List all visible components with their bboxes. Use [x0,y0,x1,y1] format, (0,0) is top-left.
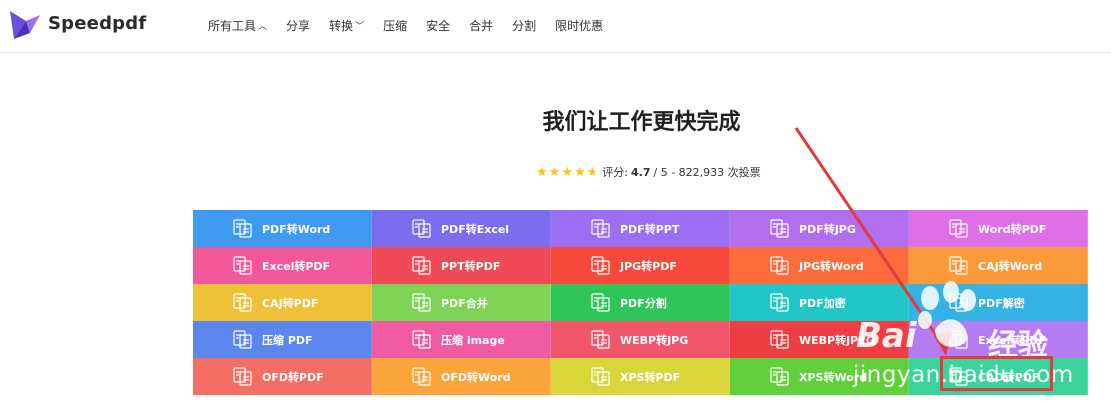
chevron-down-icon: ﹀ [355,22,365,32]
tool-tile[interactable]: WEBP转JPG [551,321,730,358]
rating-prefix: 评分: [602,166,628,179]
tool-tile[interactable]: XPS转PDF [551,358,730,395]
star-icon: ★ [573,164,586,180]
watermark-brand: Bai [856,316,917,356]
tool-tile[interactable]: 压缩 PDF [193,321,372,358]
nav-label: 分享 [286,19,311,33]
star-icon: ★ [561,164,573,180]
half-star-icon: ★ [586,164,599,180]
tool-label: JPG转PDF [620,259,677,273]
tool-tile[interactable]: PDF合并 [372,284,551,321]
nav-split[interactable]: 分割 [512,17,536,34]
nav-label: 分割 [512,19,537,33]
rating-votes: / 5 - 822,933 次投票 [653,166,761,179]
highlight-box [940,356,1053,391]
page-title: 我们让工作更快完成 [542,110,741,135]
tool-tile[interactable]: Excel转PDF [193,247,372,284]
tool-label: PDF转Excel [441,222,510,236]
tool-label: Excel转PDF [262,259,331,273]
tool-label: PDF合并 [441,296,488,310]
nav-merge[interactable]: 合并 [469,17,493,34]
tool-tile[interactable]: PDF转JPG [730,210,909,247]
tool-label: PPT转PDF [441,259,501,273]
tool-tile[interactable]: Word转PDF [909,210,1088,247]
tool-label: CAJ转PDF [262,296,319,310]
tool-tile[interactable]: OFD转Word [372,358,551,395]
tool-label: XPS转PDF [620,370,681,384]
nav-all-tools[interactable]: 所有工具 ︿ [208,17,267,34]
tool-label: PDF加密 [799,296,846,310]
tool-tile[interactable]: JPG转PDF [551,247,730,284]
nav-convert[interactable]: 转换 ﹀ [329,17,364,34]
tool-label: JPG转Word [799,259,864,273]
nav-security[interactable]: 安全 [426,17,450,34]
tool-tile[interactable]: 压缩 image [372,321,551,358]
tool-label: CAJ转Word [978,259,1043,273]
tool-label: OFD转Word [441,370,511,384]
nav-label: 限时优惠 [555,19,604,33]
tool-tile[interactable]: PDF转Excel [372,210,551,247]
nav-label: 所有工具 [208,19,257,33]
tool-tile[interactable]: JPG转Word [730,247,909,284]
tool-tile[interactable]: PDF转Word [193,210,372,247]
tool-label: PDF转JPG [799,222,856,236]
tool-label: OFD转PDF [262,370,324,384]
nav-promo[interactable]: 限时优惠 [555,17,603,34]
tool-label: PDF转PPT [620,222,680,236]
nav-label: 转换 [329,19,354,33]
main-nav: 所有工具 ︿ 分享 转换 ﹀ 压缩 安全 合并 分割 限时优惠 [208,17,622,34]
chevron-up-icon: ︿ [258,22,268,32]
top-navbar: Speedpdf 所有工具 ︿ 分享 转换 ﹀ 压缩 安全 合并 分割 限时优惠 [0,0,1111,53]
tool-label: PDF转Word [262,222,331,236]
star-icon: ★ [548,164,561,180]
brand-name[interactable]: Speedpdf [48,13,146,34]
tool-label: Word转PDF [978,222,1047,236]
logo-icon[interactable] [8,9,42,41]
tool-tile[interactable]: CAJ转Word [909,247,1088,284]
tool-label: 压缩 PDF [262,333,313,347]
nav-label: 安全 [426,19,451,33]
tool-label: PDF分割 [620,296,667,310]
tool-label: 压缩 image [441,333,505,347]
star-icon: ★ [536,164,548,180]
tool-label: PDF解密 [978,296,1025,310]
tool-tile[interactable]: OFD转PDF [193,358,372,395]
star-rating: ★ ★ ★ ★ ★ [536,166,599,179]
tool-tile[interactable]: PDF解密 [909,284,1088,321]
nav-label: 压缩 [383,19,408,33]
tool-tile[interactable]: PDF分割 [551,284,730,321]
nav-label: 合并 [469,19,494,33]
tool-tile[interactable]: PDF转PPT [551,210,730,247]
tool-tile[interactable]: PPT转PDF [372,247,551,284]
nav-share[interactable]: 分享 [286,17,310,34]
tool-tile[interactable]: CAJ转PDF [193,284,372,321]
tool-label: WEBP转JPG [620,333,689,347]
rating-value: 4.7 [631,165,651,179]
nav-compress[interactable]: 压缩 [383,17,407,34]
rating-bar: ★ ★ ★ ★ ★ 评分: 4.7 / 5 - 822,933 次投票 [536,164,761,180]
